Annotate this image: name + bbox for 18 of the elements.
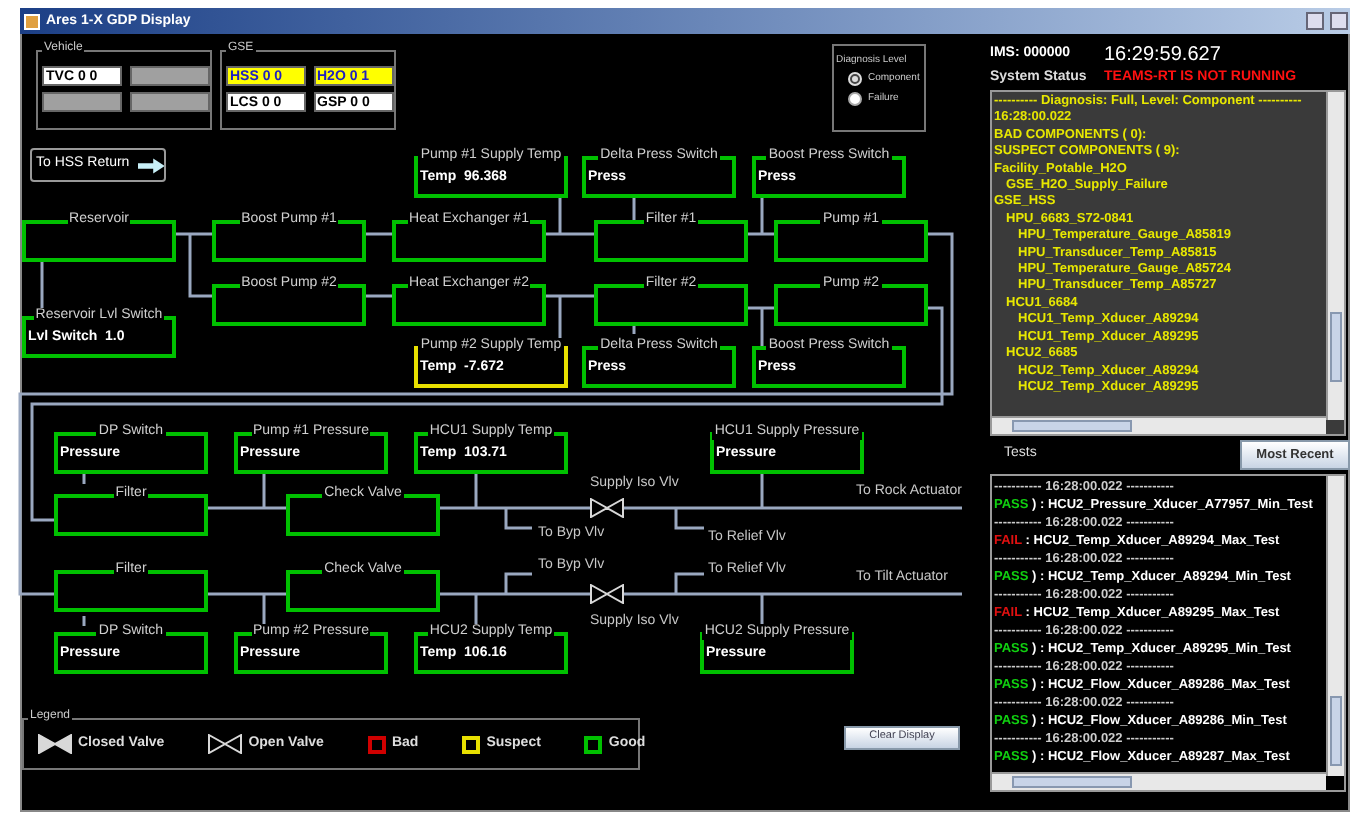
component-box[interactable] <box>286 570 440 612</box>
clock-time: 16:29:59.627 <box>1104 42 1221 70</box>
component-box[interactable] <box>22 220 176 262</box>
scrollbar[interactable] <box>1326 92 1344 420</box>
component-box[interactable] <box>286 494 440 536</box>
arrow-right-icon <box>137 157 164 173</box>
open-valve-icon <box>208 734 243 754</box>
closed-valve-icon <box>38 734 72 754</box>
component-box[interactable] <box>54 570 208 612</box>
scrollbar[interactable] <box>992 416 1326 434</box>
minimize-button[interactable] <box>1306 12 1324 30</box>
maximize-button[interactable] <box>1330 12 1348 30</box>
scrollbar[interactable] <box>992 772 1326 790</box>
component-box[interactable] <box>594 284 748 326</box>
app-icon <box>24 13 40 29</box>
component-box[interactable] <box>594 220 748 262</box>
component-box[interactable] <box>54 494 208 536</box>
scrollbar[interactable] <box>1326 476 1344 776</box>
